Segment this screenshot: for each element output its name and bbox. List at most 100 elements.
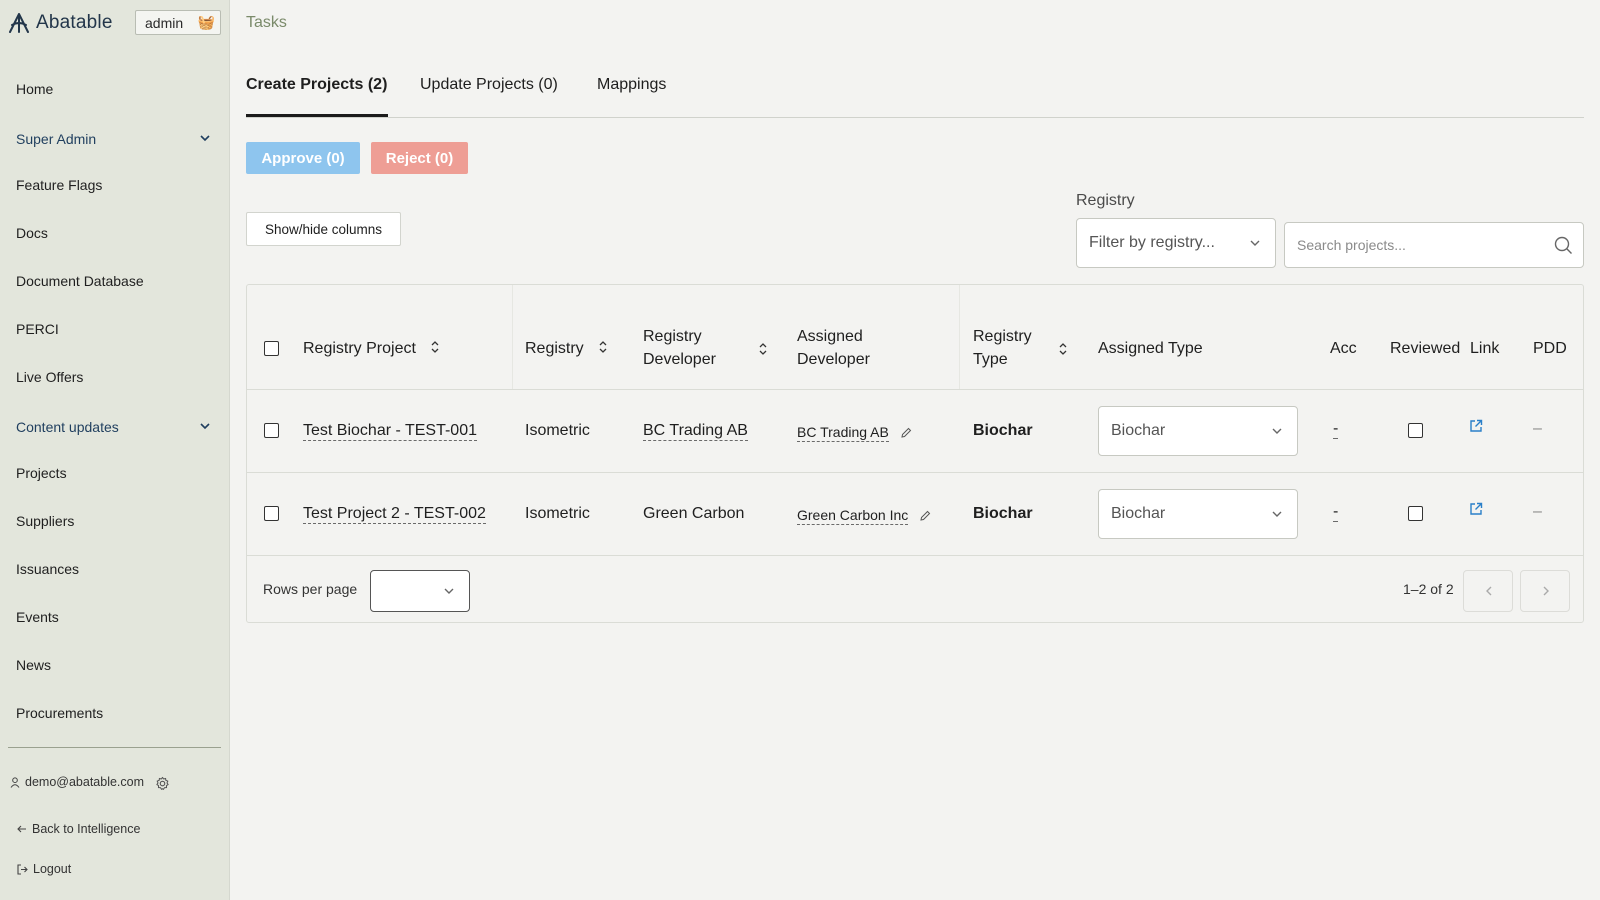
abatable-logo-icon (9, 13, 29, 33)
edit-pencil-icon[interactable] (900, 427, 912, 439)
project-name: Test Biochar - TEST-001 (303, 422, 477, 441)
registry-filter-select[interactable]: Filter by registry... (1076, 218, 1276, 268)
user-icon (10, 776, 20, 788)
sidebar-item-perci[interactable]: PERCI (16, 319, 59, 339)
sidebar-item-content-updates[interactable]: Content updates (16, 417, 119, 437)
back-to-intelligence-link[interactable]: Back to Intelligence (17, 822, 140, 836)
page-title: Tasks (246, 14, 287, 31)
sidebar-item-news[interactable]: News (16, 655, 51, 675)
registry-developer-link[interactable]: BC Trading AB (643, 422, 748, 441)
assigned-type-value: Biochar (1111, 505, 1166, 522)
sidebar-item-suppliers[interactable]: Suppliers (16, 511, 74, 531)
registry-project-link[interactable]: Test Biochar - TEST-001 (303, 422, 477, 441)
chevron-down-icon[interactable] (199, 132, 211, 144)
column-header-acc: Acc (1330, 340, 1357, 357)
sidebar: Abatable admin 🧺 Home Super Admin Featur… (0, 0, 230, 900)
row-select-checkbox[interactable] (264, 423, 279, 438)
column-divider (512, 285, 513, 389)
tab-mappings[interactable]: Mappings (597, 76, 666, 94)
assigned-developer-name: Green Carbon Inc (797, 507, 909, 525)
back-label: Back to Intelligence (32, 822, 141, 836)
row-select-checkbox[interactable] (264, 506, 279, 521)
column-label: Type (973, 351, 1008, 368)
pdd-cell: – (1533, 420, 1542, 437)
pdd-cell: – (1533, 503, 1542, 520)
select-all-checkbox[interactable] (264, 341, 279, 356)
admin-badge[interactable]: admin 🧺 (135, 10, 221, 35)
column-header-registry[interactable]: Registry (525, 337, 608, 360)
assigned-developer-cell[interactable]: Green Carbon Inc (797, 507, 931, 525)
reject-button[interactable]: Reject (0) (371, 142, 468, 174)
sidebar-item-document-database[interactable]: Document Database (16, 271, 144, 291)
sidebar-item-home[interactable]: Home (16, 79, 53, 99)
column-header-reviewed: Reviewed (1390, 340, 1461, 357)
search-box (1284, 222, 1584, 268)
chevron-left-icon (1486, 586, 1492, 596)
column-label: Registry (643, 328, 702, 345)
column-label: Developer (643, 351, 716, 368)
assigned-type-select[interactable]: Biochar (1098, 406, 1298, 456)
registry-filter-placeholder: Filter by registry... (1089, 234, 1215, 251)
search-input[interactable] (1285, 223, 1535, 267)
chevron-down-icon[interactable] (199, 420, 211, 432)
column-header-registry-project[interactable]: Registry Project (303, 337, 440, 360)
approve-button[interactable]: Approve (0) (246, 142, 360, 174)
sidebar-item-docs[interactable]: Docs (16, 223, 48, 243)
column-header-registry-type[interactable]: Registry Type (973, 325, 1032, 371)
basket-icon: 🧺 (197, 14, 215, 30)
sidebar-item-issuances[interactable]: Issuances (16, 559, 79, 579)
column-label: Registry (973, 328, 1032, 345)
sidebar-item-feature-flags[interactable]: Feature Flags (16, 175, 102, 195)
show-hide-columns-button[interactable]: Show/hide columns (246, 212, 401, 246)
sidebar-item-events[interactable]: Events (16, 607, 59, 627)
acc-value: - (1333, 420, 1339, 439)
admin-badge-label: admin (145, 14, 184, 31)
column-header-link: Link (1470, 340, 1500, 357)
sidebar-item-live-offers[interactable]: Live Offers (16, 367, 83, 387)
assigned-type-select[interactable]: Biochar (1098, 489, 1298, 539)
brand-logo[interactable]: Abatable (8, 12, 113, 34)
next-page-button[interactable] (1520, 570, 1570, 612)
column-divider (959, 285, 960, 389)
chevron-down-icon (444, 588, 454, 594)
previous-page-button[interactable] (1463, 570, 1513, 612)
sidebar-item-procurements[interactable]: Procurements (16, 703, 103, 723)
tab-create-projects[interactable]: Create Projects (2) (246, 76, 387, 94)
sort-icon[interactable] (430, 340, 440, 354)
external-link-icon[interactable] (1469, 502, 1483, 516)
registry-filter-label: Registry (1076, 192, 1135, 209)
sort-icon[interactable] (598, 340, 608, 354)
external-link-icon[interactable] (1469, 419, 1483, 433)
chevron-down-icon (1250, 240, 1260, 246)
edit-pencil-icon[interactable] (919, 510, 931, 522)
tab-bar: Create Projects (2) Update Projects (0) … (246, 74, 1584, 118)
search-icon[interactable] (1554, 236, 1573, 255)
logout-label: Logout (33, 862, 72, 876)
reviewed-checkbox[interactable] (1408, 506, 1423, 521)
user-account: demo@abatable.com (10, 775, 144, 789)
column-header-pdd: PDD (1533, 340, 1567, 357)
tab-update-projects[interactable]: Update Projects (0) (420, 76, 558, 94)
assigned-developer-cell[interactable]: BC Trading AB (797, 424, 912, 442)
rows-per-page-select[interactable] (370, 570, 470, 612)
table-pagination: Rows per page 1–2 of 2 (247, 557, 1583, 622)
acc-cell[interactable]: - (1333, 420, 1339, 439)
chevron-down-icon (1272, 511, 1282, 517)
rows-per-page-label: Rows per page (263, 581, 358, 597)
sidebar-item-projects[interactable]: Projects (16, 463, 67, 483)
sidebar-item-super-admin[interactable]: Super Admin (16, 129, 96, 149)
registry-project-link[interactable]: Test Project 2 - TEST-002 (303, 505, 486, 524)
acc-cell[interactable]: - (1333, 503, 1339, 522)
gear-icon[interactable] (155, 776, 170, 791)
sidebar-divider (8, 747, 221, 748)
projects-table: Registry Project Registry Registry Devel… (246, 284, 1584, 623)
reviewed-checkbox[interactable] (1408, 423, 1423, 438)
sort-icon[interactable] (1058, 342, 1068, 356)
assigned-type-value: Biochar (1111, 422, 1166, 439)
table-header: Registry Project Registry Registry Devel… (247, 285, 1583, 390)
logout-link[interactable]: Logout (17, 862, 71, 876)
arrow-left-icon (17, 825, 26, 833)
sort-icon[interactable] (758, 342, 768, 356)
registry-developer-cell: Green Carbon (643, 505, 745, 522)
column-header-registry-developer[interactable]: Registry Developer (643, 325, 716, 371)
